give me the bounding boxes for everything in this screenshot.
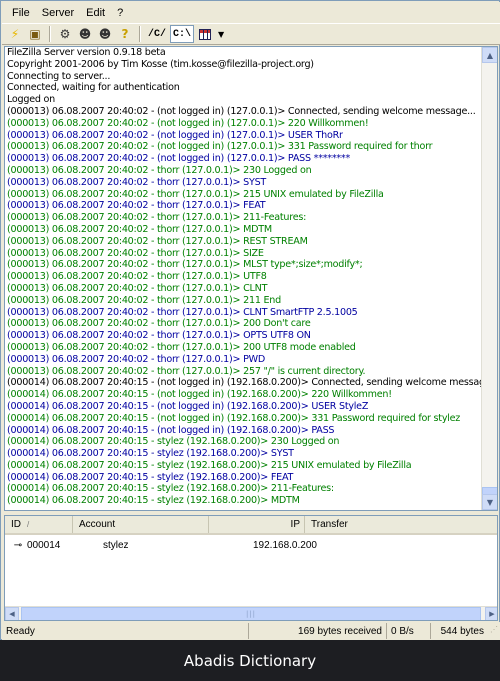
groups-icon[interactable]: ☻ — [96, 25, 114, 43]
menu-file[interactable]: File — [6, 5, 36, 21]
log-line: (000013) 06.08.2007 20:40:02 - thorr (12… — [7, 271, 267, 283]
column-ip[interactable]: IP — [209, 516, 305, 533]
log-line: (000013) 06.08.2007 20:40:02 - (not logg… — [7, 141, 433, 153]
log-line: (000014) 06.08.2007 20:40:15 - stylez (1… — [7, 436, 340, 448]
log-line: (000013) 06.08.2007 20:40:02 - thorr (12… — [7, 365, 366, 377]
bytes-received: 169 bytes received — [248, 623, 386, 639]
caption-text: Abadis Dictionary — [183, 651, 317, 670]
log-line: (000014) 06.08.2007 20:40:15 - stylez (1… — [7, 459, 412, 471]
log-line: (000013) 06.08.2007 20:40:02 - thorr (12… — [7, 188, 384, 200]
column-account[interactable]: Account — [73, 516, 209, 533]
menu-help[interactable]: ? — [111, 5, 129, 21]
log-line: Connecting to server... — [7, 70, 111, 82]
scroll-down-icon[interactable]: ▼ — [482, 494, 497, 510]
view-grid-icon[interactable] — [196, 25, 214, 43]
log-line: (000013) 06.08.2007 20:40:02 - (not logg… — [7, 129, 343, 141]
settings-icon[interactable]: ⚙ — [56, 25, 74, 43]
scroll-left-icon[interactable]: ◀ — [5, 607, 19, 620]
status-bar: Ready 169 bytes received 0 B/s 544 bytes… — [2, 622, 500, 640]
toolbar-separator — [49, 26, 51, 42]
log-line: (000014) 06.08.2007 20:40:15 - (not logg… — [7, 412, 461, 424]
menu-edit[interactable]: Edit — [80, 5, 111, 21]
scroll-thumb[interactable]: ||| — [21, 607, 481, 620]
status-text: Ready — [6, 625, 35, 637]
users-header: ID / Account IP Transfer — [5, 516, 497, 535]
log-line: (000014) 06.08.2007 20:40:15 - stylez (1… — [7, 483, 334, 495]
menu-server[interactable]: Server — [36, 5, 80, 21]
log-line: (000013) 06.08.2007 20:40:02 - thorr (12… — [7, 282, 268, 294]
caption-footer: Abadis Dictionary — [0, 640, 500, 681]
toolbar-separator — [139, 26, 141, 42]
log-line: (000013) 06.08.2007 20:40:02 - thorr (12… — [7, 341, 356, 353]
filezilla-server-window: File Server Edit ? ⚡ ▣ ⚙ ☻ ☻ ? /C/ C:\ ▼… — [0, 0, 500, 640]
log-line: (000013) 06.08.2007 20:40:02 - thorr (12… — [7, 212, 307, 224]
bytes-sent: 544 bytes — [430, 623, 488, 639]
user-row[interactable]: ⊸ 000014 stylez 192.168.0.200 — [5, 538, 485, 552]
log-vertical-scrollbar[interactable]: ▲ ▼ — [481, 47, 497, 510]
log-line: (000013) 06.08.2007 20:40:02 - thorr (12… — [7, 306, 358, 318]
log-line: (000014) 06.08.2007 20:40:15 - stylez (1… — [7, 471, 294, 483]
log-line: (000013) 06.08.2007 20:40:02 - thorr (12… — [7, 259, 363, 271]
user-account: stylez — [103, 539, 129, 551]
log-line: (000013) 06.08.2007 20:40:02 - (not logg… — [7, 105, 476, 117]
receive-rate: 0 B/s — [386, 623, 430, 639]
log-line: (000013) 06.08.2007 20:40:02 - thorr (12… — [7, 235, 308, 247]
log-line: (000013) 06.08.2007 20:40:02 - (not logg… — [7, 153, 351, 165]
users-horizontal-scrollbar[interactable]: ◀ ||| ▶ — [5, 606, 497, 620]
log-line: (000013) 06.08.2007 20:40:02 - thorr (12… — [7, 200, 266, 212]
log-line: Copyright 2001-2006 by Tim Kosse (tim.ko… — [7, 58, 314, 70]
log-lines: FileZilla Server version 0.9.18 beta Copy… — [7, 47, 481, 507]
log-line: (000014) 06.08.2007 20:40:15 - (not logg… — [7, 400, 369, 412]
log-line: Logged on — [7, 94, 55, 106]
connection-plug-icon: ⊸ — [13, 539, 23, 551]
column-transfer[interactable]: Transfer — [305, 516, 497, 533]
column-id[interactable]: ID / — [5, 516, 73, 533]
log-line: (000013) 06.08.2007 20:40:02 - (not logg… — [7, 117, 369, 129]
log-line: (000014) 06.08.2007 20:40:15 - (not logg… — [7, 377, 481, 389]
menu-bar: File Server Edit ? — [2, 2, 500, 23]
resize-grip-icon[interactable]: ⋰ — [490, 625, 500, 637]
help-icon[interactable]: ? — [116, 25, 134, 43]
user-ip: 192.168.0.200 — [253, 539, 317, 551]
scroll-up-icon[interactable]: ▲ — [482, 47, 497, 63]
log-line: (000014) 06.08.2007 20:40:15 - stylez (1… — [7, 495, 300, 507]
user-id: 000014 — [27, 539, 61, 551]
toolbar: ⚡ ▣ ⚙ ☻ ☻ ? /C/ C:\ ▼ — [2, 23, 500, 45]
log-line: (000013) 06.08.2007 20:40:02 - thorr (12… — [7, 353, 266, 365]
windows-path-button[interactable]: C:\ — [170, 25, 195, 43]
unix-path-button[interactable]: /C/ — [146, 25, 168, 43]
sort-icon: / — [27, 520, 30, 529]
log-line: (000013) 06.08.2007 20:40:02 - thorr (12… — [7, 318, 311, 330]
log-line: (000014) 06.08.2007 20:40:15 - (not logg… — [7, 389, 392, 401]
log-line: (000014) 06.08.2007 20:40:15 - stylez (1… — [7, 448, 294, 460]
log-line: (000013) 06.08.2007 20:40:02 - thorr (12… — [7, 176, 267, 188]
lock-icon[interactable]: ▣ — [26, 25, 44, 43]
log-line: (000013) 06.08.2007 20:40:02 - thorr (12… — [7, 223, 272, 235]
log-line: FileZilla Server version 0.9.18 beta — [7, 47, 166, 58]
log-line: (000013) 06.08.2007 20:40:02 - thorr (12… — [7, 164, 312, 176]
chevron-down-icon[interactable]: ▼ — [218, 30, 224, 39]
log-line: Connected, waiting for authentication — [7, 82, 180, 94]
log-line: (000013) 06.08.2007 20:40:02 - thorr (12… — [7, 330, 311, 342]
users-icon[interactable]: ☻ — [76, 25, 94, 43]
log-line: (000014) 06.08.2007 20:40:15 - (not logg… — [7, 424, 335, 436]
connected-users-list[interactable]: ID / Account IP Transfer ⊸ 000014 stylez … — [4, 515, 498, 621]
lightning-icon[interactable]: ⚡ — [6, 25, 24, 43]
log-line: (000013) 06.08.2007 20:40:02 - thorr (12… — [7, 247, 264, 259]
scroll-right-icon[interactable]: ▶ — [485, 607, 497, 620]
server-log[interactable]: FileZilla Server version 0.9.18 beta Copy… — [4, 46, 498, 511]
log-line: (000013) 06.08.2007 20:40:02 - thorr (12… — [7, 294, 281, 306]
